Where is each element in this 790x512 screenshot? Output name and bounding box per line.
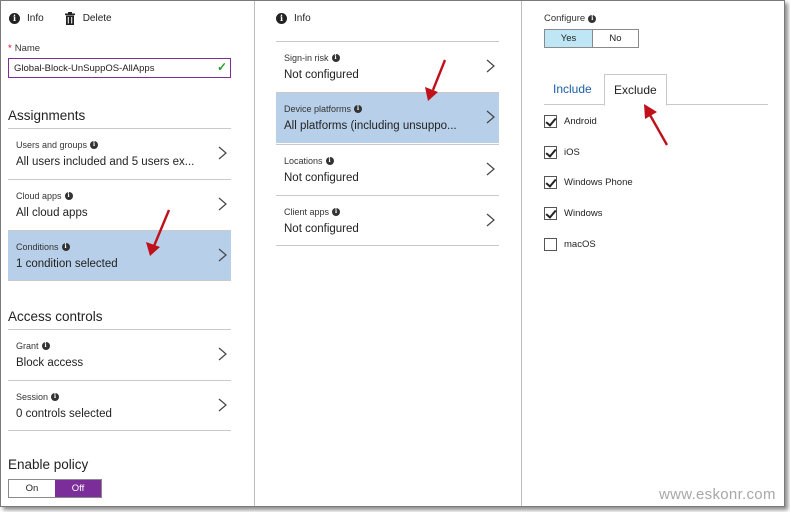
access-row-grant[interactable]: Grant i Block access [8,329,231,380]
row-title: Locations [284,156,323,166]
platform-label: Windows [564,208,603,219]
delete-label: Delete [82,12,112,24]
valid-check-icon: ✓ [217,60,228,74]
watermark: www.eskonr.com [659,486,776,503]
platform-option-macos[interactable]: macOS [544,238,596,251]
platform-label: macOS [564,239,596,250]
row-title: Grant [16,341,39,351]
windows-checkbox[interactable] [544,207,557,220]
platform-option-android[interactable]: Android [544,115,597,128]
toggle-on-option[interactable]: On [9,480,55,497]
assignment-row-cloud-apps[interactable]: Cloud apps i All cloud apps [8,179,231,230]
configure-toggle[interactable]: Yes No [544,29,639,48]
policy-name-input[interactable] [8,58,231,78]
name-label: Name [14,43,41,54]
info-icon: i [61,243,70,251]
configure-label-row: Configure i [544,13,597,24]
platform-option-windows[interactable]: Windows [544,207,603,220]
info-icon: i [332,208,341,216]
conditions-blade: i Info Sign-in risk i Not configured Devi… [254,1,520,506]
access-controls-heading: Access controls [8,309,103,324]
condition-row-client-apps[interactable]: Client apps i Not configured [276,195,499,246]
delete-button[interactable]: Delete [64,11,112,25]
chevron-right-icon [218,398,227,412]
chevron-right-icon [218,248,227,262]
row-value: Not configured [284,69,359,81]
row-value: All users included and 5 users ex... [16,156,195,168]
platform-tabs: Include Exclude [544,74,768,106]
info-label: Info [27,12,44,24]
chevron-right-icon [486,59,495,73]
info-icon: i [276,12,287,24]
required-marker: * [8,43,12,54]
info-icon: i [64,192,73,200]
enable-policy-toggle[interactable]: On Off [8,479,102,498]
info-icon: i [51,393,60,401]
platform-label: Android [564,116,597,127]
annotation-arrow [644,104,669,146]
row-title: Device platforms [284,104,352,114]
configure-no-option[interactable]: No [592,30,638,47]
row-value: Block access [16,357,84,369]
policy-blade: i Info Delete *Name ✓ Assignments Users … [1,1,253,506]
row-title: Client apps [284,207,330,217]
assignment-row-conditions[interactable]: Conditions i 1 condition selected [8,230,231,281]
enable-policy-heading: Enable policy [8,457,89,472]
info-button[interactable]: i Info [9,12,44,24]
chevron-right-icon [218,146,227,160]
chevron-right-icon [218,197,227,211]
condition-row-device-platforms[interactable]: Device platforms i All platforms (includi… [276,92,499,143]
device-platforms-blade: Configure i Yes No Include Exclude Androi… [521,1,785,506]
tab-include[interactable]: Include [544,74,601,105]
chevron-right-icon [486,213,495,227]
chevron-right-icon [486,162,495,176]
configure-yes-option[interactable]: Yes [545,30,592,47]
info-icon: i [331,54,340,62]
conditions-toolbar: i Info [276,10,331,26]
chevron-right-icon [218,347,227,361]
configure-label: Configure [544,13,586,24]
info-icon: i [354,105,363,113]
row-title: Session [16,392,49,402]
row-value: Not configured [284,172,359,184]
row-value: 1 condition selected [16,258,118,270]
condition-row-locations[interactable]: Locations i Not configured [276,144,499,195]
row-title: Users and groups [16,140,88,150]
platform-option-ios[interactable]: iOS [544,146,580,159]
info-icon: i [588,14,597,23]
row-value: All cloud apps [16,207,88,219]
platform-label: Windows Phone [564,177,633,188]
row-value: All platforms (including unsuppo... [284,120,457,132]
info-icon: i [90,141,99,149]
row-title: Sign-in risk [284,53,329,63]
window-frame: i Info Delete *Name ✓ Assignments Users … [0,0,785,507]
info-label: Info [294,12,311,24]
ios-checkbox[interactable] [544,146,557,159]
tab-exclude[interactable]: Exclude [604,74,667,106]
toggle-off-option[interactable]: Off [55,480,101,497]
info-button[interactable]: i Info [276,12,311,24]
row-value: Not configured [284,223,359,235]
row-title: Conditions [16,242,59,252]
row-value: 0 controls selected [16,408,112,420]
assignments-heading: Assignments [8,108,86,123]
info-icon: i [325,157,334,165]
platform-label: iOS [564,147,580,158]
android-checkbox[interactable] [544,115,557,128]
info-icon: i [9,12,20,24]
trash-icon [64,11,75,25]
assignment-row-users[interactable]: Users and groups i All users included and… [8,128,231,179]
access-row-session[interactable]: Session i 0 controls selected [8,380,231,431]
macos-checkbox[interactable] [544,238,557,251]
row-title: Cloud apps [16,191,62,201]
name-label-row: * Name [8,43,40,54]
policy-toolbar: i Info Delete [9,10,132,26]
chevron-right-icon [486,110,495,124]
condition-row-sign-in-risk[interactable]: Sign-in risk i Not configured [276,41,499,92]
info-icon: i [41,342,50,350]
windows-phone-checkbox[interactable] [544,176,557,189]
platform-option-windows-phone[interactable]: Windows Phone [544,176,633,189]
